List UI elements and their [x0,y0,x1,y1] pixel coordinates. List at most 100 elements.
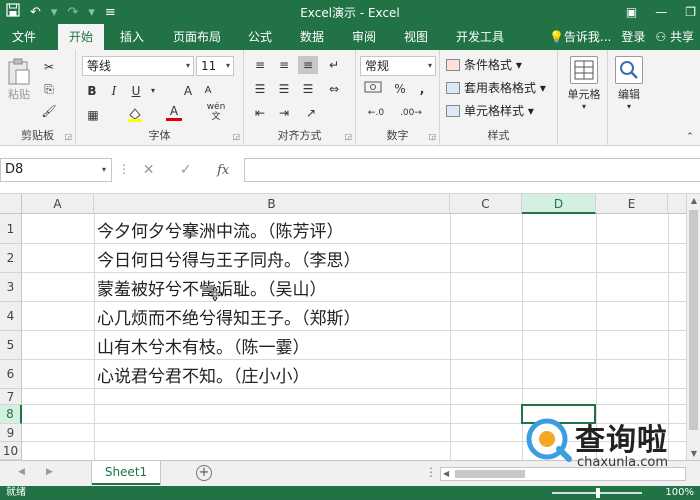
cut-icon[interactable]: ✂ [40,58,58,76]
middle-align-icon[interactable]: ≡ [274,56,294,74]
percent-button[interactable]: % [392,80,408,98]
tab-formulas[interactable]: 公式 [240,24,280,50]
row-header-1[interactable]: 1 [0,214,22,244]
tab-data[interactable]: 数据 [292,24,332,50]
copy-icon[interactable]: ⎘ [40,80,58,98]
italic-button[interactable]: I [106,82,122,100]
column-header-c[interactable]: C [450,194,522,214]
add-sheet-button[interactable]: + [196,465,212,481]
tab-page-layout[interactable]: 页面布局 [166,24,228,50]
tab-view[interactable]: 视图 [396,24,436,50]
sheet-bar-splitter[interactable]: ⋮ [425,465,437,479]
scroll-left-icon[interactable]: ◀ [443,468,449,480]
formula-input[interactable] [244,158,700,182]
clipboard-launcher-icon[interactable]: ◲ [64,132,72,141]
cells-button[interactable]: 单元格 ▾ [562,56,606,111]
cell-styles-button[interactable]: 单元格样式 ▾ [446,101,534,121]
column-header-a[interactable]: A [22,194,94,214]
orientation-icon[interactable]: ↗ [300,104,322,122]
font-launcher-icon[interactable]: ◲ [232,132,240,141]
underline-dropdown-icon[interactable]: ▾ [148,82,158,100]
increase-decimal-icon[interactable]: ←.0 [362,104,390,122]
sign-in-link[interactable]: 登录 [621,24,645,50]
font-name-select[interactable]: 等线 ▾ [82,56,194,76]
decrease-decimal-icon[interactable]: .00→ [396,104,426,122]
row-header-10[interactable]: 10 [0,442,22,460]
bold-button[interactable]: B [84,82,100,100]
paste-button[interactable]: 粘贴 [4,58,34,102]
row-header-3[interactable]: 3 [0,273,22,302]
conditional-formatting-button[interactable]: 条件格式 ▾ [446,55,522,75]
font-color-button[interactable]: A [166,104,182,121]
tab-file[interactable]: 文件 [4,24,44,50]
zoom-slider-knob[interactable] [596,488,600,498]
scroll-up-icon[interactable]: ▲ [687,196,700,205]
row-header-9[interactable]: 9 [0,424,22,442]
watermark-name: 查询啦 [575,423,668,458]
cell-b1[interactable]: 今夕何夕兮搴洲中流。（陈芳评） [97,217,344,242]
cell-b5[interactable]: 山有木兮木有枝。（陈一霎） [97,333,310,358]
number-format-select[interactable]: 常规 ▾ [360,56,436,76]
sheet-tab-sheet1[interactable]: Sheet1 [92,461,160,485]
row-header-6[interactable]: 6 [0,360,22,389]
borders-icon[interactable]: ▦ [84,106,102,124]
restore-icon[interactable]: ❐ [685,5,696,19]
column-header-d[interactable]: D [522,194,596,214]
row-header-4[interactable]: 4 [0,302,22,331]
minimize-icon[interactable]: — [655,5,667,19]
name-box[interactable]: D8 ▾ [0,158,112,182]
watermark: 查询啦 chaxunla.com [525,415,700,485]
font-size-select[interactable]: 11 ▾ [196,56,234,76]
row-header-8[interactable]: 8 [0,405,22,424]
select-all-corner[interactable] [0,194,22,214]
prev-sheet-icon[interactable]: ◀ [18,467,25,477]
merge-center-icon[interactable]: ⇔ [324,80,344,98]
comma-style-button[interactable]: , [414,80,430,98]
tab-insert[interactable]: 插入 [112,24,152,50]
zoom-level[interactable]: 100% [665,486,694,500]
tab-developer[interactable]: 开发工具 [448,24,512,50]
alignment-launcher-icon[interactable]: ◲ [344,132,352,141]
horizontal-scroll-thumb[interactable] [455,470,525,478]
underline-button[interactable]: U [128,82,144,100]
column-header-b[interactable]: B [94,194,450,214]
increase-indent-icon[interactable]: ⇥ [274,104,294,122]
next-sheet-icon[interactable]: ▶ [46,467,53,477]
phonetic-guide-button[interactable]: wén 文 [204,102,228,122]
insert-function-button[interactable]: fx [217,163,229,178]
cancel-icon[interactable]: ✕ [143,162,155,178]
bottom-align-icon[interactable]: ≡ [298,56,318,74]
cell-b2[interactable]: 今日何日兮得与王子同舟。（李思） [97,246,361,271]
grow-font-button[interactable]: A [180,82,196,100]
number-launcher-icon[interactable]: ◲ [428,132,436,141]
shrink-font-button[interactable]: A [200,82,216,100]
top-align-icon[interactable]: ≡ [250,56,270,74]
enter-icon[interactable]: ✓ [180,162,192,178]
format-painter-icon[interactable]: 🖌 [40,102,58,120]
row-header-7[interactable]: 7 [0,389,22,405]
format-as-table-button[interactable]: 套用表格格式 ▾ [446,78,546,98]
row-header-5[interactable]: 5 [0,331,22,360]
column-header-e[interactable]: E [596,194,668,214]
tab-home[interactable]: 开始 [58,24,104,50]
wrap-text-icon[interactable]: ↵ [324,56,344,74]
ribbon-display-options-icon[interactable]: ▣ [626,5,637,19]
ribbon: 粘贴 ✂ ⎘ 🖌 剪贴板 ◲ 等线 ▾ 11 ▾ B I U ▾ A A ▦ A w… [0,50,700,146]
decrease-indent-icon[interactable]: ⇤ [250,104,270,122]
center-icon[interactable]: ☰ [274,80,294,98]
vertical-scroll-thumb[interactable] [689,210,698,430]
cell-b6[interactable]: 心说君兮君不知。（庄小小） [97,362,310,387]
tab-review[interactable]: 审阅 [344,24,384,50]
collapse-ribbon-icon[interactable]: ⌃ [684,128,696,146]
align-left-icon[interactable]: ☰ [250,80,270,98]
fill-color-icon[interactable] [126,106,144,127]
currency-icon[interactable] [362,80,384,99]
align-right-icon[interactable]: ☰ [298,80,318,98]
cell-b4[interactable]: 心几烦而不绝兮得知王子。（郑斯） [97,304,361,329]
editing-button[interactable]: 编辑 ▾ [612,56,646,111]
share-button[interactable]: ⚇ 共享 [655,24,694,50]
formula-bar-resize-handle[interactable]: ⋮ [118,162,130,176]
column-header-f[interactable] [668,194,686,214]
row-header-2[interactable]: 2 [0,244,22,273]
tell-me-box[interactable]: 💡告诉我... [549,24,611,50]
